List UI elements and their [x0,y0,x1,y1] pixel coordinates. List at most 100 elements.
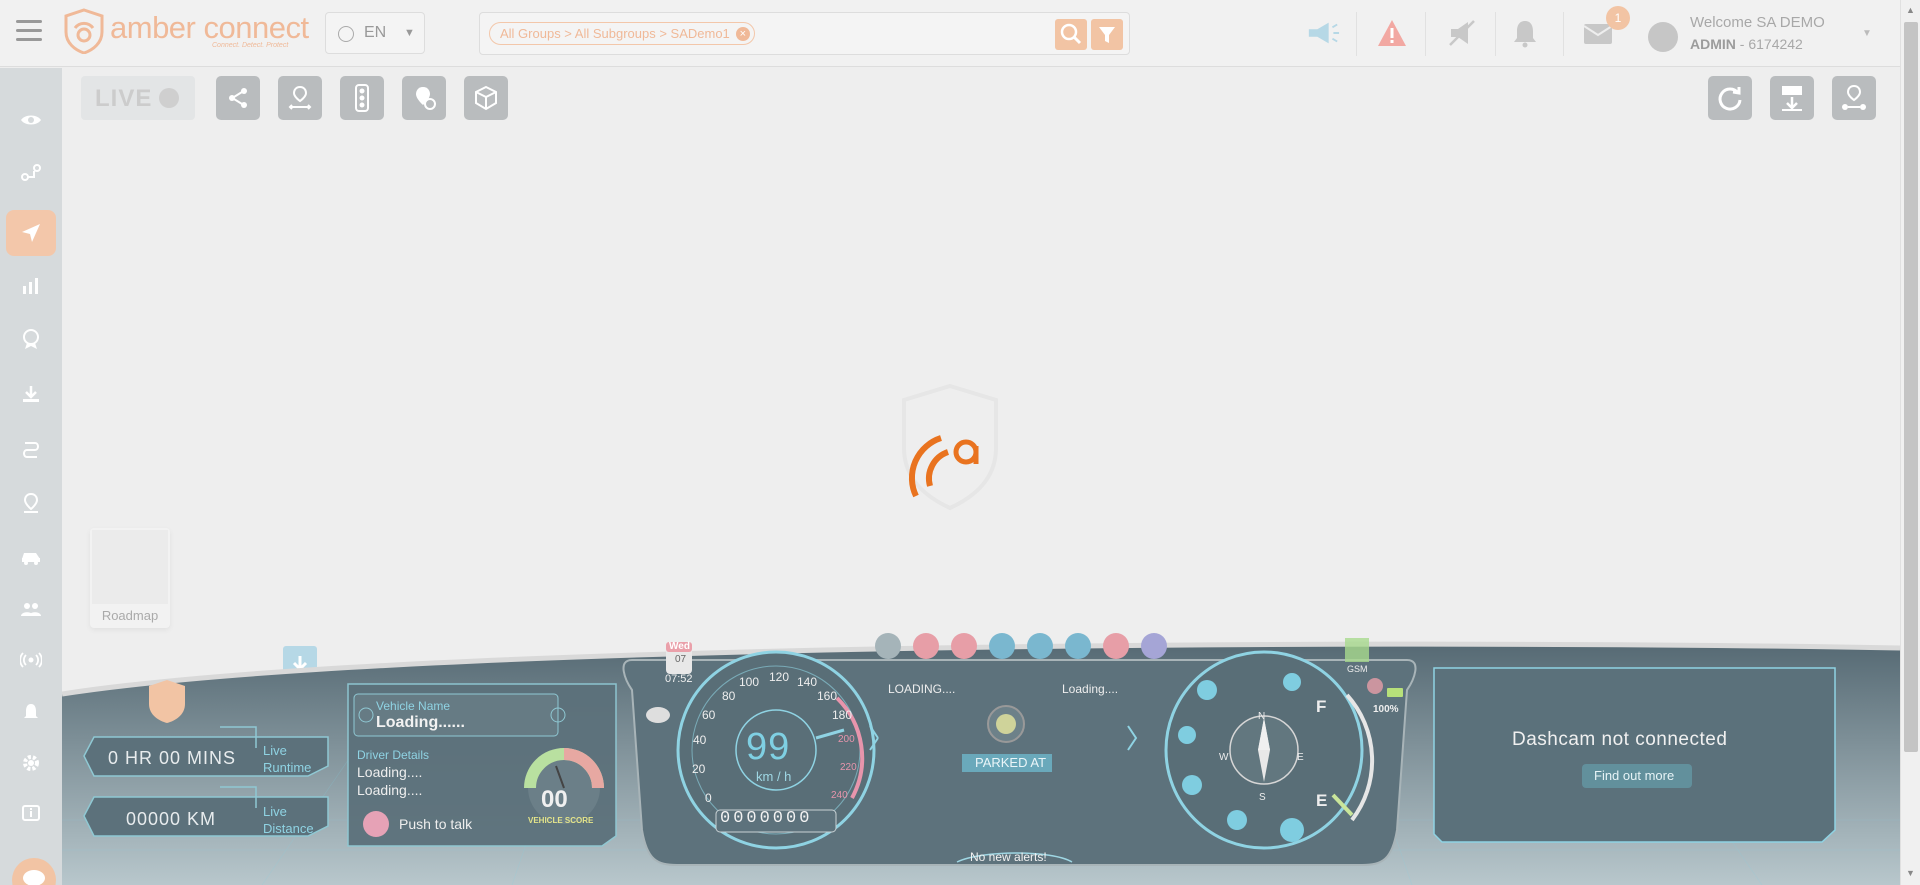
parked-at-label: PARKED AT [975,755,1047,770]
sidebar-item-devices[interactable] [6,637,56,683]
map-pin-distance-icon [288,85,312,110]
sidebar-item-reports[interactable] [6,262,56,308]
speed-tick-240: 240 [831,790,848,801]
filter-button[interactable] [1091,19,1123,50]
vehicle-name-value: Loading...... [376,714,465,731]
live-distance-label-2: Distance [263,821,314,836]
speed-tick-60: 60 [702,708,716,722]
logo-tagline: Connect. Detect. Protect [212,42,289,49]
page-scrollbar[interactable]: ▲ ▼ [1900,0,1920,885]
route-pins-button[interactable] [1832,76,1876,120]
chat-support-button[interactable] [12,858,56,885]
box-icon [475,85,497,111]
notifications-button[interactable] [1508,16,1542,50]
speed-tick-100: 100 [739,675,760,689]
map-layer-toggle[interactable]: Roadmap [90,528,170,628]
speed-tick-80: 80 [722,689,736,703]
speed-tick-40: 40 [693,733,707,747]
vehicle-name-label: Vehicle Name [376,699,451,713]
logo-text: amber connect [110,10,309,45]
announcement-button[interactable] [1306,16,1340,50]
scrollbar-thumb[interactable] [1904,22,1918,752]
refresh-button[interactable] [1708,76,1752,120]
share-button[interactable] [216,76,260,120]
group-filter-chip-label: All Groups > All Subgroups > SADemo1 [500,26,730,41]
live-toggle[interactable]: LIVE [81,76,195,120]
clock-time: 07:52 [665,673,693,685]
dashcam-status: Dashcam not connected [1512,729,1728,750]
speed-tick-20: 20 [692,762,706,776]
push-to-talk-button[interactable]: Push to talk [399,816,472,832]
speed-tick-160: 160 [817,689,838,703]
sidebar-item-settings[interactable] [6,740,56,786]
sidebar-item-alerts[interactable] [6,689,56,735]
compass-east: E [1297,752,1304,763]
vehicle-dashboard [62,633,1900,885]
dashcam-find-out-more-link[interactable]: Find out more [1594,768,1674,783]
nearby-button[interactable] [278,76,322,120]
alert-bell-icon [24,704,38,718]
poi-button[interactable] [402,76,446,120]
speed-tick-200: 200 [838,734,855,745]
speed-tick-220: 220 [840,762,857,773]
remove-chip-icon[interactable]: × [735,27,750,41]
sidebar-item-users[interactable] [6,586,56,632]
export-kml-button[interactable] [1770,76,1814,120]
speed-tick-140: 140 [797,675,818,689]
sidebar-item-downloads[interactable] [6,371,56,417]
speed-unit: km / h [756,769,792,784]
asset-button[interactable] [464,76,508,120]
amber-connect-logo[interactable]: amber connect Connect. Detect. Protect [62,8,312,56]
warning-icon [1378,20,1406,46]
sidebar-item-geofences[interactable] [6,480,56,526]
user-menu[interactable]: Welcome SA DEMO ADMIN - 6174242 ▼ [1648,14,1888,56]
users-icon [21,603,41,616]
location-settings-icon [416,87,436,110]
scroll-up-icon[interactable]: ▲ [1906,5,1915,15]
alarm-button[interactable] [1375,16,1409,50]
signal-icon [20,652,42,668]
chart-icon [23,278,38,294]
refresh-icon [1718,87,1742,111]
sidebar-item-trips[interactable] [6,150,56,196]
compass-west: W [1219,752,1229,763]
group-search-bar[interactable]: All Groups > All Subgroups > SADemo1 × [479,12,1130,55]
live-distance-label-1: Live [263,804,287,819]
driver-line-2: Loading.... [357,782,423,798]
live-distance-value: 00000 KM [126,809,217,829]
filter-icon [1099,27,1115,43]
alerts-status: No new alerts! [970,850,1047,864]
mute-button[interactable] [1445,16,1479,50]
last-update-status: Loading.... [1062,682,1119,696]
share-icon [229,88,247,108]
traffic-button[interactable] [340,76,384,120]
menu-icon[interactable] [16,20,42,42]
account-id: - 6174242 [1735,36,1803,52]
search-button[interactable] [1055,19,1087,50]
language-selector[interactable]: EN ▼ [325,12,425,54]
sidebar-item-live-tracking[interactable] [6,210,56,256]
fuel-empty-mark: E [1316,791,1328,810]
live-label: LIVE [95,85,153,112]
speed-tick-0: 0 [705,791,712,805]
sidebar-item-overview[interactable] [6,97,56,143]
globe-icon [338,26,354,42]
vehicle-icon [22,553,40,565]
vehicle-score-value: 00 [541,786,568,813]
scroll-down-icon[interactable]: ▼ [1906,868,1915,878]
top-bar: amber connect Connect. Detect. Protect E… [0,0,1900,67]
file-download-icon [1782,86,1802,111]
driver-line-1: Loading.... [357,764,423,780]
loading-logo [896,382,1004,512]
sidebar-item-routes[interactable] [6,427,56,473]
sidebar-item-info[interactable] [6,790,56,836]
live-runtime-value: 0 HR 00 MINS [108,748,237,768]
calendar-date: 07 [675,654,687,665]
route-icon [21,164,41,181]
chat-bubble-icon [23,870,45,885]
location-pin-icon [23,492,39,513]
sidebar-item-awards[interactable] [6,316,56,362]
sidebar-item-vehicles[interactable] [6,534,56,580]
group-filter-chip: All Groups > All Subgroups > SADemo1 × [489,22,755,45]
driver-details-label: Driver Details [357,748,430,762]
